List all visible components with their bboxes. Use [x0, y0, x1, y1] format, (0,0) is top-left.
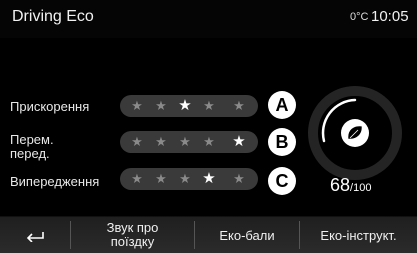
star-icon-active: ★	[178, 97, 192, 114]
tab-eco-points[interactable]: Еко-бали	[195, 217, 299, 253]
star-icon-active: ★	[202, 170, 216, 187]
rating-label-gear-shift-line1: Перем.	[10, 132, 54, 147]
marker-b: B	[268, 128, 296, 156]
outside-temperature: 0°C	[350, 11, 369, 23]
star-icon: ★	[131, 98, 143, 113]
tab-eco-instructor[interactable]: Еко-інструкт.	[300, 217, 417, 253]
star-icon: ★	[233, 98, 245, 113]
rating-stars-acceleration: ★ ★ ★ ★ ★	[120, 95, 258, 117]
star-icon: ★	[155, 98, 167, 113]
star-icon: ★	[203, 134, 215, 149]
rating-label-anticipation: Випередження	[10, 174, 100, 189]
star-icon: ★	[179, 171, 191, 186]
star-icon: ★	[131, 171, 143, 186]
page-title: Driving Eco	[12, 8, 94, 25]
star-icon: ★	[203, 98, 215, 113]
eco-score-max: /100	[350, 182, 372, 194]
star-icon: ★	[155, 134, 167, 149]
tab-trip-sound[interactable]: Звук про поїздку	[71, 217, 194, 253]
tab-trip-sound-line2: поїздку	[110, 234, 155, 249]
back-arrow-icon	[26, 232, 44, 242]
star-icon: ★	[131, 134, 143, 149]
bottom-tab-bar: Звук про поїздку Еко-бали Еко-інструкт.	[0, 216, 417, 253]
tab-trip-sound-line1: Звук про	[106, 220, 159, 235]
marker-a: A	[268, 91, 296, 119]
rating-label-gear-shift-line2: перед.	[10, 146, 50, 161]
eco-score: 68/100	[330, 175, 371, 196]
star-icon: ★	[155, 171, 167, 186]
eco-score-value: 68	[330, 175, 351, 195]
eco-driving-screen: Driving Eco 0°C 10:05 Прискорення ★ ★ ★ ★ ★ …	[0, 0, 417, 253]
clock: 10:05	[371, 8, 409, 25]
rating-stars-gear-shift: ★ ★ ★ ★ ★	[120, 131, 258, 153]
eco-score-gauge	[308, 86, 402, 180]
header-bar: Driving Eco 0°C 10:05	[0, 0, 417, 38]
marker-c: C	[268, 167, 296, 195]
rating-stars-anticipation: ★ ★ ★ ★ ★	[120, 168, 258, 190]
rating-label-acceleration: Прискорення	[10, 99, 90, 114]
star-icon-active: ★	[232, 133, 246, 150]
back-button[interactable]	[0, 217, 70, 253]
star-icon: ★	[179, 134, 191, 149]
star-icon: ★	[233, 171, 245, 186]
